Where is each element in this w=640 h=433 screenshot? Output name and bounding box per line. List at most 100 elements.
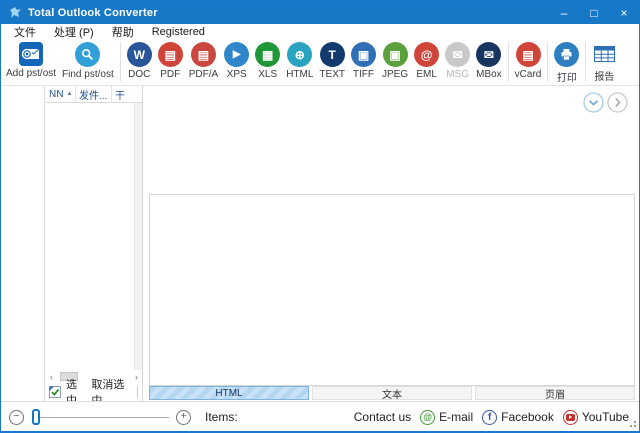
html-preview-area [149, 194, 635, 386]
header-collapse-controls [583, 92, 628, 113]
message-list-body [46, 103, 142, 370]
convert-jpeg-button[interactable]: ▣ JPEG [379, 41, 411, 81]
tab-header[interactable]: 页眉 [475, 386, 635, 400]
printer-icon [554, 42, 579, 67]
tiff-icon: ▣ [351, 42, 376, 67]
scroll-left-arrow[interactable]: ‹ [50, 372, 53, 382]
toolbar-label: 报告 [594, 68, 614, 83]
separator [137, 386, 138, 398]
zoom-in-button[interactable]: + [176, 410, 191, 425]
column-header-subject[interactable]: 干 [112, 86, 142, 102]
zoom-out-button[interactable]: − [9, 410, 24, 425]
glyph: ▶ [233, 50, 241, 60]
toolbar-label: Add pst/ost [6, 68, 56, 79]
slider-handle[interactable] [32, 409, 40, 425]
convert-mbox-button[interactable]: ✉ MBox [473, 41, 505, 81]
glyph: ▤ [198, 49, 209, 61]
column-label: NN [49, 89, 63, 100]
toolbar-label: Find pst/ost [62, 69, 114, 80]
toolbar-label: XPS [227, 69, 247, 80]
facebook-link[interactable]: f Facebook [482, 410, 554, 425]
link-label: Facebook [501, 410, 554, 424]
email-link[interactable]: @ E-mail [420, 410, 473, 425]
toolbar: Add pst/ost Find pst/ost W DOC ▤ PDF ▤ P… [1, 39, 639, 86]
text-icon: T [320, 42, 345, 67]
column-header-nn[interactable]: NN ▲ [46, 86, 76, 102]
glyph: ▦ [262, 49, 273, 61]
add-pst-button[interactable]: Add pst/ost [3, 41, 59, 80]
glyph: T [329, 49, 336, 61]
expand-right-button[interactable] [607, 92, 628, 113]
maximize-button[interactable]: □ [579, 1, 609, 24]
scroll-right-arrow[interactable]: › [135, 372, 138, 382]
chevron-right-icon [607, 92, 628, 113]
search-icon [75, 42, 100, 67]
sort-ascending-icon: ▲ [66, 91, 72, 97]
toolbar-label: HTML [286, 69, 313, 80]
convert-pdf-button[interactable]: ▤ PDF [155, 41, 186, 81]
convert-tiff-button[interactable]: ▣ TIFF [348, 41, 379, 81]
glyph: ▣ [389, 49, 400, 61]
tab-text[interactable]: 文本 [312, 386, 472, 400]
convert-vcard-button[interactable]: ▤ vCard [512, 41, 545, 81]
report-table-icon [592, 42, 616, 66]
tab-html[interactable]: HTML [149, 386, 309, 400]
toolbar-label: JPEG [382, 69, 408, 80]
collapse-down-button[interactable] [583, 92, 604, 113]
minimize-button[interactable]: – [549, 1, 579, 24]
folder-tree-panel [1, 86, 45, 401]
toolbar-label: 打印 [557, 69, 577, 84]
convert-msg-button: ✉ MSG [442, 41, 473, 81]
find-pst-button[interactable]: Find pst/ost [59, 41, 117, 81]
window-title: Total Outlook Converter [28, 7, 158, 19]
items-count-label: Items: [205, 410, 238, 424]
convert-xps-button[interactable]: ▶ XPS [221, 41, 252, 81]
youtube-link[interactable]: YouTube [563, 410, 629, 425]
convert-html-button[interactable]: ⊕ HTML [283, 41, 316, 81]
vcard-icon: ▤ [516, 42, 541, 67]
msg-icon: ✉ [445, 42, 470, 67]
column-label: 发件... [79, 87, 107, 102]
xps-icon: ▶ [224, 42, 249, 67]
message-list-header: NN ▲ 发件... 干 [46, 86, 142, 103]
print-button[interactable]: 打印 [551, 41, 582, 85]
report-button[interactable]: 报告 [589, 41, 619, 84]
resize-grip[interactable] [628, 419, 636, 427]
convert-text-button[interactable]: T TEXT [316, 41, 348, 81]
toolbar-label: MSG [446, 69, 469, 80]
title-bar: Total Outlook Converter – □ × [1, 1, 639, 24]
convert-doc-button[interactable]: W DOC [124, 41, 155, 81]
application-window: Total Outlook Converter – □ × 文件 处理 (P) … [0, 0, 640, 433]
check-flag-icon [49, 386, 61, 398]
eml-icon: @ [414, 42, 439, 67]
slider-track [33, 417, 169, 418]
convert-xls-button[interactable]: ▦ XLS [252, 41, 283, 81]
pdf-icon: ▤ [158, 42, 183, 67]
convert-pdfa-button[interactable]: ▤ PDF/A [186, 41, 221, 81]
glyph: @ [421, 49, 433, 61]
glyph: W [134, 49, 145, 61]
convert-eml-button[interactable]: @ EML [411, 41, 442, 81]
menu-help[interactable]: 帮助 [103, 24, 143, 40]
glyph: ▤ [522, 49, 533, 61]
message-list-panel: NN ▲ 发件... 干 ‹ › [46, 86, 143, 401]
menu-file[interactable]: 文件 [5, 24, 45, 40]
toolbar-separator [585, 42, 586, 82]
menu-bar: 文件 处理 (P) 帮助 Registered [1, 24, 639, 39]
content-area: NN ▲ 发件... 干 ‹ › [1, 86, 639, 401]
menu-registered[interactable]: Registered [143, 26, 214, 38]
contact-us-link[interactable]: Contact us [354, 410, 411, 424]
toolbar-label: TEXT [319, 69, 345, 80]
facebook-icon: f [482, 410, 497, 425]
close-button[interactable]: × [609, 1, 639, 24]
glyph: ✉ [484, 49, 494, 61]
menu-process[interactable]: 处理 (P) [45, 24, 103, 40]
preview-panel: HTML 文本 页眉 [144, 86, 639, 401]
status-bar: − + Items: Contact us @ E-mail f Faceboo… [1, 401, 639, 432]
toolbar-separator [547, 42, 548, 82]
chevron-down-icon [583, 92, 604, 113]
zoom-slider [31, 409, 169, 425]
toolbar-separator [508, 42, 509, 82]
vertical-scrollbar[interactable] [134, 103, 142, 370]
column-header-sender[interactable]: 发件... [76, 86, 112, 102]
